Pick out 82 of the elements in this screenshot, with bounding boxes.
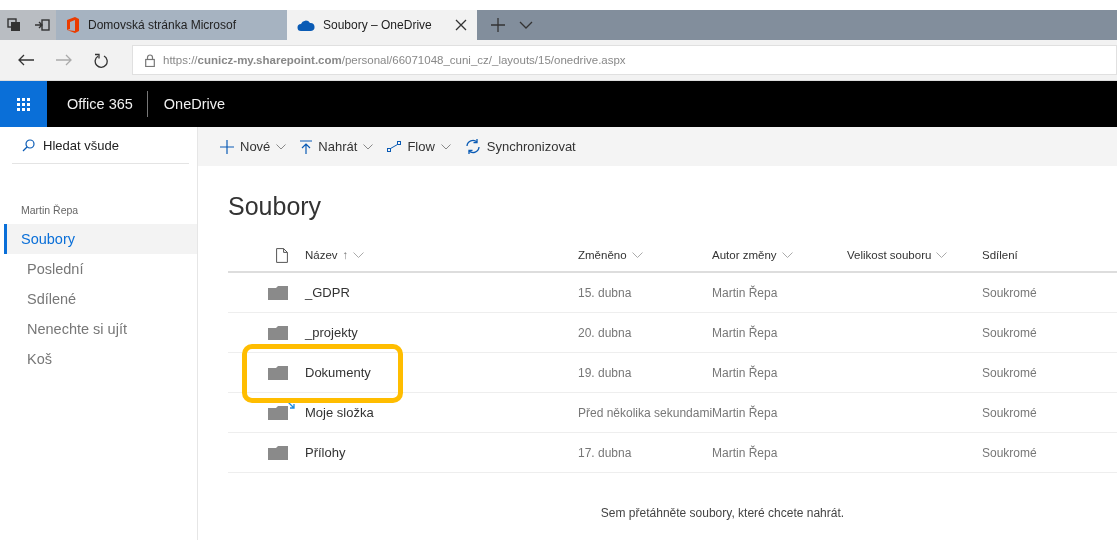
chevron-down-icon[interactable] (353, 252, 365, 258)
folder-name-link[interactable]: Moje složka (305, 405, 374, 420)
plus-icon (220, 139, 234, 154)
folder-name-link[interactable]: Dokumenty (305, 365, 371, 380)
command-button[interactable]: Nahrát (300, 139, 374, 154)
nav-item[interactable]: Nenechte si ujít (4, 314, 197, 344)
table-cell: Soukromé (982, 365, 1037, 380)
table-cell: Soukromé (982, 325, 1037, 340)
nav-item[interactable]: Poslední (4, 254, 197, 284)
table-cell: Soukromé (982, 445, 1037, 460)
file-type-icon (276, 247, 288, 263)
table-row[interactable]: _projekty 20. dubna Martin Řepa Soukromé (228, 313, 1117, 353)
user-name: Martin Řepa (21, 204, 80, 216)
table-cell: 20. dubna (578, 325, 632, 340)
chevron-down-icon (440, 143, 451, 150)
table-row[interactable]: Dokumenty 19. dubna Martin Řepa Soukromé (228, 353, 1117, 393)
browser-tab[interactable]: Soubory – OneDrive (287, 10, 477, 40)
drop-hint: Sem přetáhněte soubory, které chcete nahrát. (599, 506, 846, 520)
command-button[interactable]: Flow (387, 139, 451, 154)
chevron-down-icon[interactable] (936, 252, 948, 258)
search-field[interactable]: Hledat všude (43, 137, 173, 153)
nav-item[interactable]: Koš (4, 344, 197, 374)
folder-name-link[interactable]: _projekty (305, 325, 358, 340)
address-bar[interactable]: https://cunicz-my.sharepoint.com/personal/66071048_cuni_cz/_layouts/15/onedrive.aspx (132, 45, 1117, 75)
cloud-icon (297, 19, 315, 31)
tab-title: Soubory – OneDrive (323, 18, 432, 32)
chevron-down-icon[interactable] (631, 252, 643, 258)
command-button[interactable]: Synchronizovat (464, 139, 576, 154)
suite-brand[interactable]: Office 365 (67, 96, 133, 112)
table-row[interactable]: Přílohy 17. dubna Martin Řepa Soukromé (228, 433, 1117, 473)
column-header[interactable]: Název ↑ (305, 249, 365, 261)
table-cell: Před několika sekundami (578, 405, 713, 420)
table-cell: Martin Řepa (712, 445, 778, 460)
set-aside-tabs-icon[interactable] (28, 10, 56, 40)
chevron-down-icon[interactable] (519, 21, 533, 29)
refresh-icon[interactable] (94, 52, 108, 68)
folder-icon (268, 445, 288, 460)
table-cell: Soukromé (982, 405, 1037, 420)
nav-item[interactable]: Soubory (4, 224, 197, 254)
page-title: Soubory (228, 192, 323, 221)
folder-name-link[interactable]: Přílohy (305, 445, 346, 460)
column-header[interactable]: Autor změny (712, 249, 793, 261)
column-header[interactable]: Sdílení (982, 249, 1018, 261)
forward-icon[interactable] (56, 54, 72, 66)
table-cell: Martin Řepa (712, 325, 778, 340)
search-icon (22, 138, 35, 152)
waffle-icon (17, 97, 30, 111)
table-cell: 17. dubna (578, 445, 632, 460)
column-header[interactable]: Velikost souboru (847, 249, 948, 261)
column-header[interactable]: Změněno (578, 249, 643, 261)
chevron-down-icon (276, 143, 287, 150)
table-cell: Martin Řepa (712, 365, 778, 380)
folder-name-link[interactable]: _GDPR (305, 285, 350, 300)
tab-overview-icon[interactable] (0, 10, 28, 40)
chevron-down-icon (363, 143, 374, 150)
table-row[interactable]: _GDPR 15. dubna Martin Řepa Soukromé (228, 273, 1117, 313)
table-cell: Soukromé (982, 285, 1037, 300)
table-cell: 19. dubna (578, 365, 632, 380)
nav-item[interactable]: Sdílené (4, 284, 197, 314)
folder-icon (268, 325, 288, 340)
app-name[interactable]: OneDrive (163, 96, 226, 112)
folder-icon (268, 405, 288, 420)
browser-tab[interactable]: Domovská stránka Microsof (56, 10, 287, 40)
tab-title: Domovská stránka Microsof (88, 18, 237, 32)
back-icon[interactable] (18, 54, 34, 66)
new-tab-icon[interactable] (491, 18, 505, 32)
close-icon[interactable] (455, 19, 467, 31)
app-launcher-button[interactable] (0, 81, 47, 127)
table-cell: 15. dubna (578, 285, 632, 300)
chevron-down-icon[interactable] (781, 252, 793, 258)
lock-icon (145, 53, 155, 67)
folder-icon (268, 365, 288, 380)
url-text: https://cunicz-my.sharepoint.com/personal/66071048_cuni_cz/_layouts/15/onedrive.aspx (163, 54, 626, 66)
upload-icon (300, 139, 313, 154)
office-logo-icon (66, 17, 80, 33)
flow-icon (387, 140, 402, 153)
command-button[interactable]: Nové (220, 139, 287, 154)
sync-icon (464, 139, 481, 154)
table-cell: Martin Řepa (712, 405, 778, 420)
table-cell: Martin Řepa (712, 285, 778, 300)
folder-icon (268, 285, 288, 300)
table-row[interactable]: Moje složka Před několika sekundamiMartin Řepa Soukromé (228, 393, 1117, 433)
